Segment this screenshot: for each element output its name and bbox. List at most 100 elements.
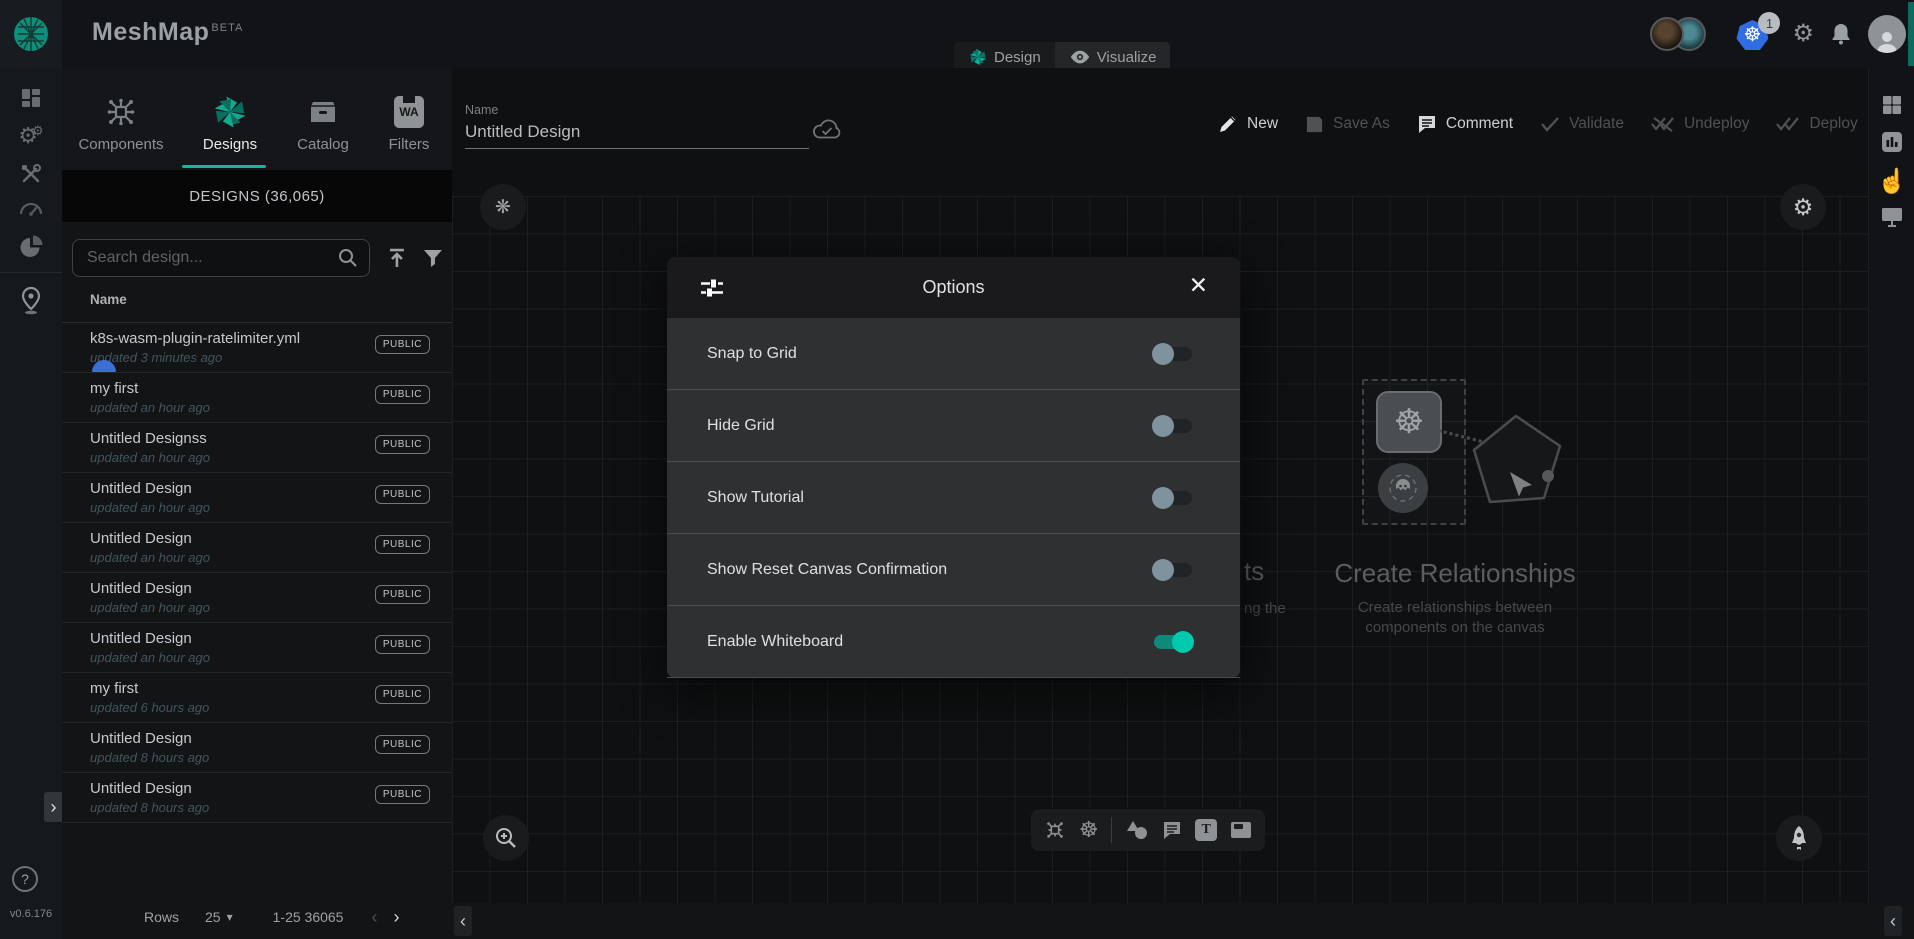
kubernetes-context[interactable]: ☸ 1	[1736, 14, 1776, 54]
undeploy-button[interactable]: Undeploy	[1651, 115, 1750, 133]
user-profile-avatar[interactable]	[1868, 15, 1906, 53]
designs-count-header: DESIGNS (36,065)	[62, 170, 452, 222]
canvas-settings-button[interactable]: ⚙	[1780, 184, 1826, 230]
new-button[interactable]: New	[1218, 114, 1278, 134]
tab-designs-label: Designs	[203, 136, 257, 153]
page-range: 1-25 36065	[273, 909, 344, 925]
option-toggle[interactable]	[1152, 630, 1194, 654]
rail-expand-handle[interactable]: ›	[44, 792, 63, 822]
canvas-k8s-quick-button[interactable]: ❋	[480, 184, 526, 230]
save-as-button[interactable]: Save As	[1305, 115, 1390, 134]
visibility-badge[interactable]: PUBLIC	[375, 335, 430, 354]
rail-toolkit-icon[interactable]	[0, 162, 62, 186]
check-icon	[1540, 116, 1560, 132]
design-list-item[interactable]: my first updated an hour ago PUBLIC	[62, 373, 452, 423]
dock-component-icon[interactable]	[1044, 819, 1066, 841]
rail-lifecycle-gears-icon[interactable]: ⚙⚙	[0, 124, 62, 147]
tab-design-label: Design	[994, 49, 1041, 66]
collapse-right-panel-chevron[interactable]: ‹	[1884, 906, 1902, 936]
layer5-logo[interactable]	[0, 0, 62, 68]
tab-components[interactable]: Components	[62, 68, 180, 168]
comment-button[interactable]: Comment	[1417, 114, 1513, 134]
right-chart-panel-icon[interactable]	[1869, 130, 1914, 154]
prev-page-button[interactable]: ‹	[371, 907, 377, 928]
rocket-icon	[1788, 825, 1810, 851]
new-label: New	[1247, 115, 1278, 133]
rail-dashboard-icon[interactable]	[0, 86, 62, 110]
option-toggle[interactable]	[1152, 342, 1194, 366]
design-list-item[interactable]: Untitled Design updated an hour ago PUBL…	[62, 523, 452, 573]
option-toggle[interactable]	[1152, 558, 1194, 582]
demo-kubernetes-node: ☸	[1376, 391, 1442, 453]
right-display-icon[interactable]	[1869, 206, 1914, 228]
design-updated: updated 6 hours ago	[90, 700, 209, 715]
design-list-item[interactable]: Untitled Design updated an hour ago PUBL…	[62, 573, 452, 623]
close-icon[interactable]: ✕	[1189, 274, 1208, 297]
page-size-select[interactable]: 25 ▾	[205, 909, 233, 925]
tab-designs[interactable]: Designs	[180, 68, 280, 168]
design-search-input[interactable]	[85, 248, 337, 268]
design-updated: updated 8 hours ago	[90, 750, 209, 765]
tab-catalog[interactable]: Catalog	[280, 68, 366, 168]
help-button[interactable]: ?	[12, 866, 38, 892]
zoom-in-icon	[494, 826, 518, 850]
rail-mesh-pie-icon[interactable]	[0, 234, 62, 260]
deploy-rocket-button[interactable]	[1776, 815, 1822, 861]
design-name: Untitled Design	[90, 580, 192, 597]
header-actions: ☸ 1 ⚙	[1650, 0, 1906, 68]
design-name: Untitled Design	[90, 480, 192, 497]
design-name: Untitled Design	[90, 780, 192, 797]
validate-button[interactable]: Validate	[1540, 115, 1624, 133]
design-list-item[interactable]: Untitled Design updated an hour ago PUBL…	[62, 473, 452, 523]
design-name: Untitled Design	[90, 630, 192, 647]
tab-filters[interactable]: WA Filters	[366, 68, 452, 168]
option-toggle[interactable]	[1152, 486, 1194, 510]
design-name-field: Name Untitled Design	[465, 103, 809, 149]
visibility-badge[interactable]: PUBLIC	[375, 785, 430, 804]
design-list-item[interactable]: Untitled Design updated an hour ago PUBL…	[62, 623, 452, 673]
design-list-item[interactable]: Untitled Design updated 8 hours ago PUBL…	[62, 723, 452, 773]
import-design-icon[interactable]	[386, 247, 408, 269]
design-list-item[interactable]: k8s-wasm-plugin-ratelimiter.yml updated …	[62, 323, 452, 373]
panel-tabs: Components Designs	[62, 68, 452, 168]
visibility-badge[interactable]: PUBLIC	[375, 485, 430, 504]
visibility-badge[interactable]: PUBLIC	[375, 385, 430, 404]
collapse-left-panel-chevron[interactable]: ‹	[454, 906, 472, 936]
visibility-badge[interactable]: PUBLIC	[375, 635, 430, 654]
collaborator-avatars[interactable]	[1650, 17, 1706, 51]
name-field-value[interactable]: Untitled Design	[465, 122, 809, 142]
dock-kubernetes-icon[interactable]: ☸	[1079, 817, 1099, 843]
tab-visualize-label: Visualize	[1097, 49, 1157, 66]
designs-panel: Components Designs	[62, 68, 452, 939]
visibility-badge[interactable]: PUBLIC	[375, 735, 430, 754]
visibility-badge[interactable]: PUBLIC	[375, 535, 430, 554]
notifications-bell-icon[interactable]	[1830, 22, 1852, 46]
right-grid-view-icon[interactable]	[1869, 93, 1914, 117]
deploy-button[interactable]: Deploy	[1776, 115, 1857, 133]
rail-meshmap-pin-icon[interactable]	[0, 286, 62, 316]
zoom-in-button[interactable]	[483, 815, 529, 861]
design-name: my first	[90, 380, 138, 397]
design-list-item[interactable]: Untitled Designss updated an hour ago PU…	[62, 423, 452, 473]
right-touch-interaction-icon[interactable]: ☝	[1869, 167, 1914, 196]
settings-gear-icon[interactable]: ⚙	[1792, 22, 1814, 46]
visibility-badge[interactable]: PUBLIC	[375, 435, 430, 454]
dock-media-icon[interactable]	[1230, 820, 1252, 840]
rail-performance-gauge-icon[interactable]	[0, 198, 62, 216]
option-toggle[interactable]	[1152, 414, 1194, 438]
app-version: v0.6.176	[0, 908, 62, 920]
visibility-badge[interactable]: PUBLIC	[375, 685, 430, 704]
design-search-box[interactable]	[72, 239, 370, 277]
person-icon	[1874, 29, 1900, 53]
visibility-badge[interactable]: PUBLIC	[375, 585, 430, 604]
dock-text-icon[interactable]: T	[1195, 819, 1217, 841]
create-relationships-desc: Create relationships between components …	[1330, 598, 1580, 638]
double-check-icon	[1776, 116, 1800, 132]
dock-shapes-icon[interactable]	[1125, 820, 1149, 840]
filter-funnel-icon[interactable]	[422, 247, 444, 269]
deploy-label: Deploy	[1809, 115, 1857, 133]
dock-comment-icon[interactable]	[1162, 820, 1182, 840]
design-list-item[interactable]: Untitled Design updated 8 hours ago PUBL…	[62, 773, 452, 823]
design-list-item[interactable]: my first updated 6 hours ago PUBLIC	[62, 673, 452, 723]
next-page-button[interactable]: ›	[393, 907, 399, 928]
